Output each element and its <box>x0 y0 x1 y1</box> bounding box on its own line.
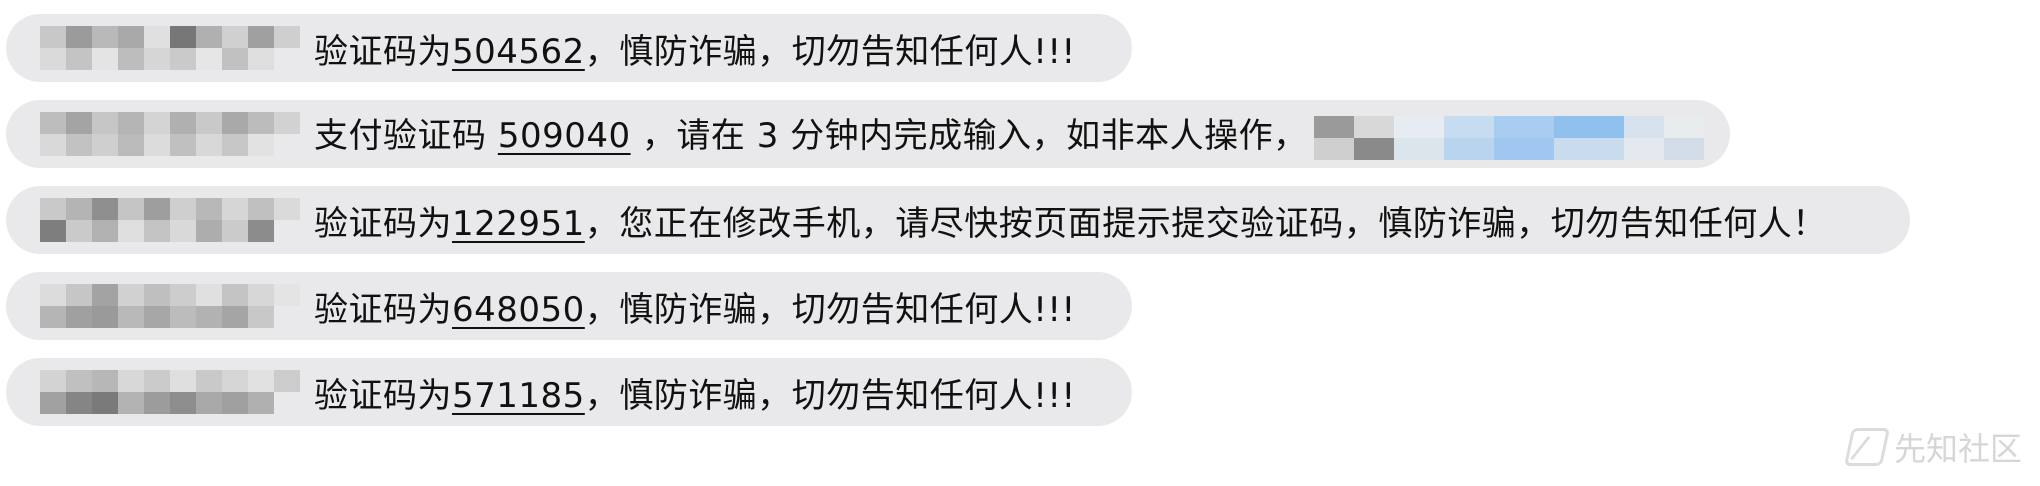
verification-code[interactable]: 122951 <box>452 204 585 244</box>
message-bubble[interactable]: 验证码为122951，您正在修改手机，请尽快按页面提示提交验证码，慎防诈骗，切勿… <box>6 186 1910 254</box>
message-text: 支付验证码 509040 ，请在 3 分钟内完成输入，如非本人操作， <box>314 108 1704 160</box>
message-text: 验证码为571185，慎防诈骗，切勿告知任何人!!! <box>314 368 1076 417</box>
message-bubble[interactable]: 验证码为648050，慎防诈骗，切勿告知任何人!!! <box>6 272 1132 340</box>
message-suffix: ，请在 3 分钟内完成输入，如非本人操作， <box>630 116 1308 157</box>
message-bubble[interactable]: 验证码为571185，慎防诈骗，切勿告知任何人!!! <box>6 358 1132 426</box>
message-prefix: 验证码为 <box>314 31 452 72</box>
message-suffix: ，慎防诈骗，切勿告知任何人!!! <box>584 289 1076 330</box>
verification-code[interactable]: 509040 <box>498 116 631 156</box>
watermark-text: 先知社区 <box>1893 430 2022 468</box>
message-suffix: ，慎防诈骗，切勿告知任何人!!! <box>584 31 1076 72</box>
message-text: 验证码为122951，您正在修改手机，请尽快按页面提示提交验证码，慎防诈骗，切勿… <box>314 196 1827 245</box>
sms-message-list: 验证码为504562，慎防诈骗，切勿告知任何人!!! 支付验证码 509040 … <box>0 0 2040 486</box>
message-text: 验证码为504562，慎防诈骗，切勿告知任何人!!! <box>314 24 1076 73</box>
message-suffix: ，慎防诈骗，切勿告知任何人!!! <box>584 375 1076 416</box>
verification-code[interactable]: 571185 <box>452 376 585 416</box>
message-suffix: ，您正在修改手机，请尽快按页面提示提交验证码，慎防诈骗，切勿告知任何人！ <box>584 203 1827 244</box>
watermark: 先知社区 <box>1843 424 2022 470</box>
sender-avatar-redacted <box>6 100 300 168</box>
message-prefix: 支付验证码 <box>314 116 498 157</box>
redacted-content <box>1313 115 1704 160</box>
sender-avatar-redacted <box>6 272 300 340</box>
sender-avatar-redacted <box>6 14 300 82</box>
message-bubble[interactable]: 支付验证码 509040 ，请在 3 分钟内完成输入，如非本人操作， <box>6 100 1730 168</box>
verification-code[interactable]: 648050 <box>452 290 585 330</box>
sender-avatar-redacted <box>6 186 300 254</box>
message-prefix: 验证码为 <box>314 375 452 416</box>
xianzhi-logo-icon <box>1843 428 1891 466</box>
sender-avatar-redacted <box>6 358 300 426</box>
verification-code[interactable]: 504562 <box>452 32 585 72</box>
message-bubble[interactable]: 验证码为504562，慎防诈骗，切勿告知任何人!!! <box>6 14 1132 82</box>
message-text: 验证码为648050，慎防诈骗，切勿告知任何人!!! <box>314 282 1076 331</box>
message-prefix: 验证码为 <box>314 203 452 244</box>
message-prefix: 验证码为 <box>314 289 452 330</box>
